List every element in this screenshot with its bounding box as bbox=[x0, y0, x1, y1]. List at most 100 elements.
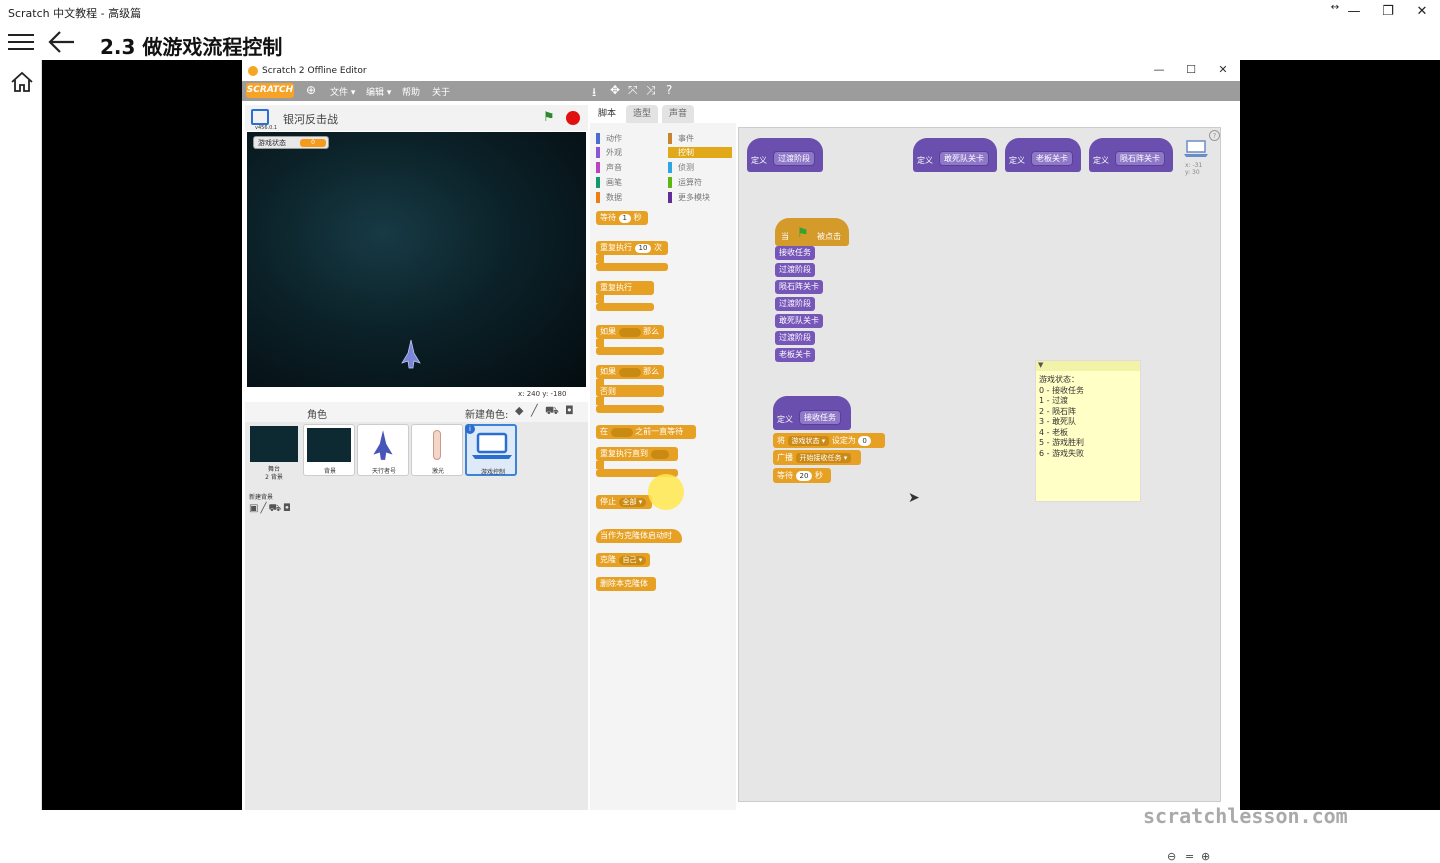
stage-canvas[interactable]: 游戏状态 0 bbox=[247, 132, 586, 387]
block-wait-until[interactable]: 在 之前一直等待 bbox=[596, 425, 696, 439]
upload-sprite-icon[interactable]: ⛟ bbox=[545, 404, 559, 419]
home-icon[interactable] bbox=[10, 70, 34, 94]
category-data[interactable]: 数据 bbox=[596, 192, 622, 203]
stage-header: 银河反击战 v456.0.1 ⚑ bbox=[245, 105, 588, 131]
comment-note[interactable]: ▼ 游戏状态： 0 - 接收任务 1 - 过渡 2 - 陨石阵 3 - 敢死队 4 - … bbox=[1035, 360, 1141, 502]
block-repeat[interactable]: 重复执行 10 次 bbox=[596, 241, 668, 255]
green-flag-icon[interactable]: ⚑ bbox=[543, 110, 555, 125]
stage-thumbnail[interactable]: 舞台 2 背景 bbox=[249, 424, 299, 481]
category-motion[interactable]: 动作 bbox=[596, 133, 622, 144]
call-block[interactable]: 敢死队关卡 bbox=[775, 314, 823, 328]
block-if-else[interactable]: 如果 那么 bbox=[596, 365, 664, 379]
sprite-name: 激光 bbox=[431, 468, 444, 475]
hamburger-icon[interactable] bbox=[6, 30, 36, 54]
shrink-icon[interactable]: ⤨ bbox=[646, 83, 656, 98]
category-pen[interactable]: 画笔 bbox=[596, 177, 622, 188]
call-block[interactable]: 过渡阶段 bbox=[775, 297, 815, 311]
note-collapse-icon[interactable]: ▼ bbox=[1036, 361, 1140, 371]
grow-icon[interactable]: ⤧ bbox=[628, 83, 638, 98]
globe-icon[interactable]: ⊕ bbox=[306, 83, 316, 97]
scratch-minimize-button[interactable]: — bbox=[1144, 63, 1174, 79]
menu-file[interactable]: 文件 ▾ bbox=[330, 85, 355, 98]
category-more-blocks[interactable]: 更多模块 bbox=[668, 192, 710, 203]
tab-costumes[interactable]: 造型 bbox=[626, 105, 658, 123]
tab-sounds[interactable]: 声音 bbox=[662, 105, 694, 123]
spaceship-sprite[interactable] bbox=[401, 339, 421, 369]
sprite-thumb-background[interactable]: 背景 bbox=[303, 424, 355, 476]
scratch-app-icon bbox=[248, 66, 258, 76]
set-variable-block[interactable]: 将 游戏状态 ▾ 设定为 0 bbox=[773, 433, 885, 448]
cursor-highlight bbox=[648, 474, 684, 510]
mouse-coords: x: 240 y: -180 bbox=[518, 390, 567, 398]
block-repeat-until[interactable]: 重复执行直到 bbox=[596, 447, 678, 461]
project-title[interactable]: 银河反击战 bbox=[283, 111, 338, 127]
scratch-logo[interactable]: SCRATCH bbox=[246, 83, 294, 98]
block-wait[interactable]: 等待 1 秒 bbox=[596, 211, 648, 225]
back-arrow-icon[interactable] bbox=[46, 28, 78, 56]
sprite-name: 游戏控制 bbox=[480, 469, 505, 476]
tab-scripts[interactable]: 脚本 bbox=[592, 105, 622, 123]
block-clone[interactable]: 克隆 自己 ▾ bbox=[596, 553, 650, 567]
sprite-thumb-ship[interactable]: 天行者号 bbox=[357, 424, 409, 476]
restore-button[interactable]: ❐ bbox=[1371, 2, 1405, 22]
zoom-out-icon[interactable]: ⊖ bbox=[1167, 850, 1176, 863]
scratch-close-button[interactable]: ✕ bbox=[1208, 63, 1238, 79]
block-forever[interactable]: 重复执行 bbox=[596, 281, 654, 295]
duplicate-icon[interactable]: ⭳ bbox=[592, 83, 596, 104]
block-palette: 动作 外观 声音 画笔 数据 事件 控制 侦测 运算符 更多模块 等待 1 秒 … bbox=[590, 123, 736, 810]
block-forever-foot bbox=[596, 303, 654, 311]
sprite-thumb-laser[interactable]: 激光 bbox=[411, 424, 463, 476]
call-block[interactable]: 接收任务 bbox=[775, 246, 815, 260]
define-block-boss[interactable]: 定义 老板关卡 bbox=[1005, 138, 1081, 172]
camera-icon[interactable]: ◘ bbox=[565, 404, 574, 417]
stop-icon[interactable] bbox=[566, 111, 580, 125]
define-block-transition[interactable]: 定义 过渡阶段 bbox=[747, 138, 823, 172]
category-sound[interactable]: 声音 bbox=[596, 162, 622, 173]
category-looks[interactable]: 外观 bbox=[596, 147, 622, 158]
category-operators[interactable]: 运算符 bbox=[668, 177, 702, 188]
menu-edit[interactable]: 编辑 ▾ bbox=[366, 85, 391, 98]
category-control[interactable]: 控制 bbox=[668, 147, 732, 158]
broadcast-block[interactable]: 广播 开始接收任务 ▾ bbox=[773, 450, 861, 465]
when-flag-clicked-block[interactable]: 当 ⚑ 被点击 bbox=[775, 218, 849, 246]
zoom-reset-icon[interactable]: = bbox=[1185, 850, 1194, 863]
fullscreen-icon[interactable] bbox=[251, 109, 269, 125]
block-delete-clone[interactable]: 删除本克隆体 bbox=[596, 577, 656, 591]
define-block-meteor[interactable]: 定义 陨石阵关卡 bbox=[1089, 138, 1173, 172]
close-button[interactable]: ✕ bbox=[1405, 2, 1439, 22]
block-if[interactable]: 如果 那么 bbox=[596, 325, 664, 339]
call-block[interactable]: 老板关卡 bbox=[775, 348, 815, 362]
sprite-name: 天行者号 bbox=[371, 468, 396, 475]
zoom-in-icon[interactable]: ⊕ bbox=[1201, 850, 1210, 863]
info-icon[interactable]: i bbox=[465, 424, 475, 434]
new-sprite-label: 新建角色: bbox=[465, 410, 509, 421]
call-block[interactable]: 过渡阶段 bbox=[775, 263, 815, 277]
sprite-thumb-game-control[interactable]: 游戏控制 i bbox=[465, 424, 517, 476]
new-backdrop-label: 新建背景 bbox=[249, 494, 274, 501]
call-block[interactable]: 陨石阵关卡 bbox=[775, 280, 823, 294]
choose-sprite-icon[interactable]: ◆ bbox=[515, 404, 523, 417]
minimize-button[interactable]: — bbox=[1337, 2, 1371, 22]
call-block[interactable]: 过渡阶段 bbox=[775, 331, 815, 345]
menu-help[interactable]: 帮助 bbox=[402, 85, 420, 98]
block-forever-arm bbox=[596, 295, 604, 303]
help-circle-icon[interactable]: ? bbox=[1209, 130, 1220, 141]
block-repeat-arm bbox=[596, 255, 604, 263]
new-backdrop-icons[interactable]: ▣╱⛟◘ bbox=[249, 503, 293, 516]
category-sensing[interactable]: 侦测 bbox=[668, 162, 694, 173]
script-area[interactable]: ? 定义 过渡阶段 定义 敢死队关卡 定义 老板关卡 定义 陨石阵关卡 x: -… bbox=[738, 127, 1348, 863]
block-stop[interactable]: 停止 全部 ▾ bbox=[596, 495, 652, 509]
category-events[interactable]: 事件 bbox=[668, 133, 694, 144]
block-if-arm bbox=[596, 339, 604, 347]
define-block-suicide-squad[interactable]: 定义 敢死队关卡 bbox=[913, 138, 997, 172]
wait-block[interactable]: 等待 20 秒 bbox=[773, 468, 831, 483]
define-block-receive-task[interactable]: 定义 接收任务 bbox=[773, 396, 851, 430]
block-clone-start[interactable]: 当作为克隆体启动时 bbox=[596, 529, 682, 543]
cut-icon[interactable]: ✥ bbox=[610, 83, 620, 97]
help-icon[interactable]: ? bbox=[666, 83, 672, 97]
paint-sprite-icon[interactable]: ╱ bbox=[531, 404, 538, 417]
block-else-arm bbox=[596, 397, 604, 405]
menu-about[interactable]: 关于 bbox=[432, 85, 450, 98]
left-rail bbox=[0, 60, 42, 810]
scratch-maximize-button[interactable]: ☐ bbox=[1176, 63, 1206, 79]
